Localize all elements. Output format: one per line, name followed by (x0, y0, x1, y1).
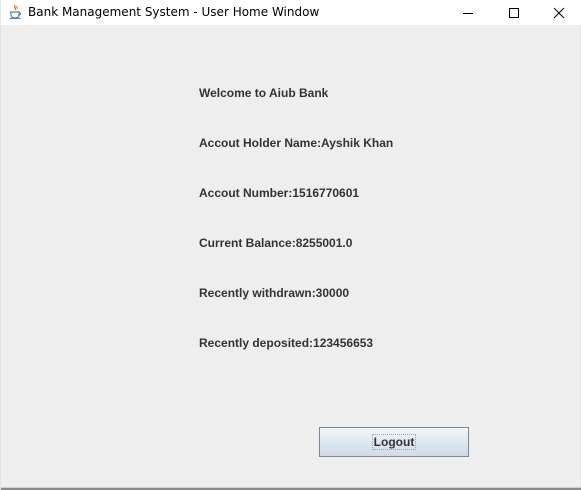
current-balance-label: Current Balance:8255001.0 (199, 236, 353, 250)
welcome-label: Welcome to Aiub Bank (199, 86, 329, 100)
account-number-label: Accout Number:1516770601 (199, 186, 360, 200)
minimize-icon (463, 13, 473, 14)
title-bar[interactable]: Bank Management System - User Home Windo… (1, 0, 581, 25)
close-button[interactable] (536, 0, 581, 25)
user-home-window: Bank Management System - User Home Windo… (0, 0, 581, 490)
window-title: Bank Management System - User Home Windo… (28, 5, 320, 19)
minimize-button[interactable] (445, 0, 491, 25)
maximize-icon (509, 8, 519, 18)
java-cup-icon (8, 4, 23, 20)
content-panel: Welcome to Aiub Bank Accout Holder Name:… (1, 25, 581, 487)
recently-withdrawn-label: Recently withdrawn:30000 (199, 286, 350, 300)
recently-deposited-label: Recently deposited:123456653 (199, 336, 374, 350)
maximize-button[interactable] (491, 0, 537, 25)
close-icon (553, 7, 565, 19)
logout-button[interactable]: Logout (319, 427, 469, 457)
logout-button-label: Logout (371, 434, 417, 450)
account-holder-label: Accout Holder Name:Ayshik Khan (199, 136, 394, 150)
